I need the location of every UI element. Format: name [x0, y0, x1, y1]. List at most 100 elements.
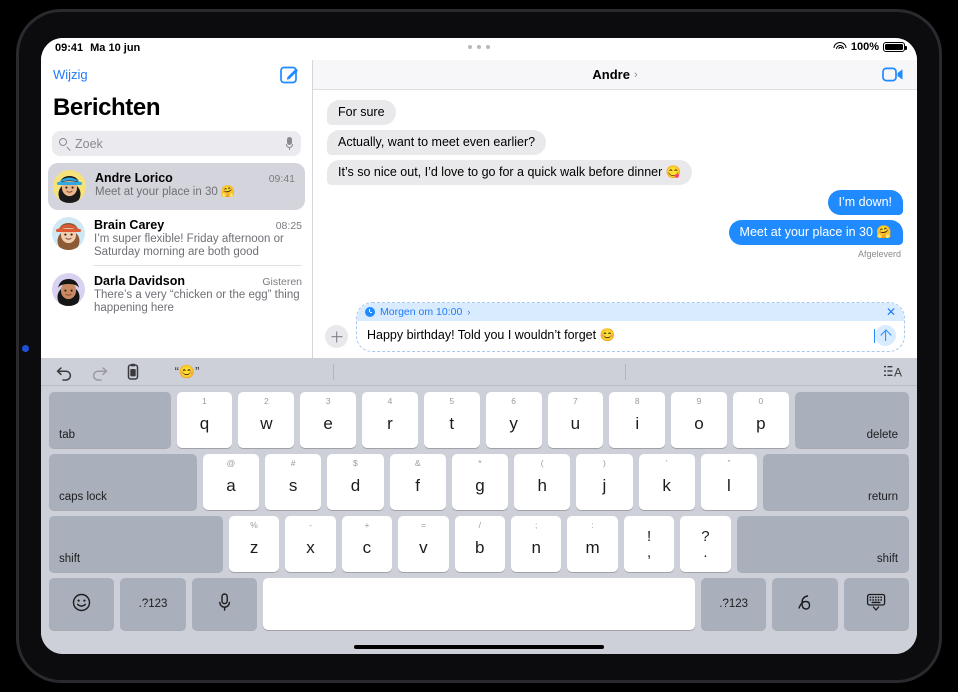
- delivery-status: Afgeleverd: [857, 249, 901, 259]
- edit-button[interactable]: Wijzig: [53, 67, 88, 82]
- key-m[interactable]: :m: [567, 516, 618, 572]
- key-main-label: e: [323, 414, 333, 433]
- text-format-icon[interactable]: A: [884, 363, 903, 380]
- key-123[interactable]: .?123: [700, 578, 767, 630]
- key-b[interactable]: / b: [454, 516, 505, 572]
- conversation-preview: There’s a very “chicken or the egg” thin…: [94, 289, 300, 314]
- space-key[interactable]: [263, 578, 695, 630]
- key-r[interactable]: 4r: [362, 392, 418, 448]
- search-placeholder: Zoek: [75, 136, 103, 151]
- key-space[interactable]: !,: [623, 516, 675, 572]
- scheduled-send-label: Morgen om 10:00: [380, 306, 463, 318]
- key-c[interactable]: + c: [341, 516, 393, 572]
- key-main-label: n: [531, 538, 541, 557]
- key-main-label: y: [509, 414, 518, 433]
- conversation-list-item[interactable]: Brain Carey 08:25 I’m super flexible! Fr…: [41, 210, 312, 266]
- key-y[interactable]: 6y: [485, 392, 542, 448]
- key-alt-label: #: [290, 458, 296, 468]
- message-bubble[interactable]: It’s so nice out, I’d love to go for a q…: [322, 160, 693, 185]
- status-time: 09:41: [55, 42, 84, 54]
- key-i[interactable]: 8i: [609, 392, 666, 448]
- key-shift[interactable]: shift: [49, 516, 223, 572]
- search-icon: [59, 138, 70, 151]
- key-j[interactable]: ) j: [576, 454, 633, 510]
- key-main-label: a: [226, 476, 236, 495]
- message-bubble[interactable]: For sure: [323, 100, 396, 125]
- keyboard-suggestion[interactable]: [625, 358, 917, 386]
- key-alt-label: 3: [325, 396, 331, 406]
- message-bubble[interactable]: I’m down!: [827, 190, 907, 215]
- key-o[interactable]: 9o: [671, 392, 727, 448]
- emoji-smiley-key[interactable]: [49, 578, 115, 630]
- key-tab[interactable]: tab: [49, 392, 171, 448]
- key-x[interactable]: -x: [285, 516, 336, 572]
- handwriting-key[interactable]: [772, 578, 838, 630]
- key-u[interactable]: 7u: [547, 392, 604, 448]
- key-z[interactable]: % z: [228, 516, 280, 572]
- key-alt-label: =: [420, 520, 426, 530]
- chat-pane: Andre › For sure Actually, want to meet e…: [313, 60, 917, 358]
- plus-icon[interactable]: [325, 325, 348, 348]
- key-h[interactable]: (h: [514, 454, 571, 510]
- key-v[interactable]: = v: [398, 516, 449, 572]
- key-main-label: caps lock: [59, 491, 107, 503]
- key-main-label: t: [449, 414, 455, 433]
- key-d[interactable]: $ d: [327, 454, 384, 510]
- home-indicator[interactable]: [354, 644, 604, 649]
- key-t[interactable]: 5t: [423, 392, 480, 448]
- key-s[interactable]: # s: [265, 454, 322, 510]
- keyboard-row: shift% z - x + c = v / b; n: m!,?. shift: [41, 516, 917, 572]
- key-main-label: w: [260, 414, 273, 433]
- key-w[interactable]: 2w: [238, 392, 295, 448]
- chat-contact-name[interactable]: Andre: [592, 67, 630, 82]
- status-bar: 09:41 Ma 10 jun 100%: [41, 38, 917, 60]
- key-main-label: .: [703, 543, 708, 561]
- key-l[interactable]: ” l: [700, 454, 758, 510]
- key-main-label: shift: [59, 553, 81, 565]
- key-main-label: h: [537, 476, 547, 495]
- microphone-icon[interactable]: [285, 137, 294, 150]
- hide-keyboard-key[interactable]: [843, 578, 910, 630]
- key-return[interactable]: return: [763, 454, 910, 510]
- key-k[interactable]: ’ k: [638, 454, 695, 510]
- key-f[interactable]: & f: [389, 454, 446, 510]
- video-camera-icon[interactable]: [882, 67, 904, 82]
- key-e[interactable]: 3e: [300, 392, 357, 448]
- key-main-label: l: [727, 476, 731, 495]
- key-capslock[interactable]: caps lock: [49, 454, 197, 510]
- scheduled-send-banner[interactable]: Morgen om 10:00 › ✕: [357, 303, 904, 321]
- key-a[interactable]: @ a: [202, 454, 260, 510]
- keyboard-suggestions: “😊”: [41, 358, 917, 386]
- key-shift[interactable]: shift: [736, 516, 910, 572]
- composer-input-row[interactable]: Happy birthday! Told you I wouldn’t forg…: [357, 321, 904, 351]
- conversation-list-item[interactable]: Darla Davidson Gisteren There’s a very “…: [41, 266, 312, 322]
- key-q[interactable]: 1q: [176, 392, 233, 448]
- dot: [477, 45, 481, 49]
- key-g[interactable]: * g: [451, 454, 509, 510]
- onscreen-keyboard: “😊” A tab 1 q 2 w 3 e 4 r 5 t 6 y 7 u 8 i 9 o 0 p delete caps …: [41, 358, 917, 654]
- keyboard-suggestion[interactable]: [333, 358, 625, 386]
- key-delete[interactable]: delete: [794, 392, 909, 448]
- contact-name: Darla Davidson: [94, 274, 186, 288]
- message-bubble[interactable]: Actually, want to meet even earlier?: [322, 130, 547, 155]
- keyboard-row: .?123 .?123: [41, 578, 917, 630]
- compose-icon[interactable]: [279, 64, 300, 85]
- multitask-dots[interactable]: [468, 45, 490, 49]
- key-alt-label: 8: [634, 396, 640, 406]
- key-main-label: .?123: [138, 598, 168, 610]
- close-icon[interactable]: ✕: [886, 305, 896, 319]
- key-space[interactable]: ?.: [680, 516, 731, 572]
- key-p[interactable]: 0p: [732, 392, 789, 448]
- key-n[interactable]: ; n: [510, 516, 562, 572]
- hide-keyboard-icon: [866, 593, 886, 615]
- message-input[interactable]: Happy birthday! Told you I wouldn’t forg…: [367, 328, 873, 343]
- send-button[interactable]: [875, 325, 896, 346]
- message-row: For sure: [323, 100, 903, 125]
- keyboard-suggestion[interactable]: “😊”: [41, 358, 333, 386]
- message-bubble[interactable]: Meet at your place in 30 🤗: [728, 220, 908, 245]
- conversation-list-item[interactable]: Andre Lorico 09:41 Meet at your place in…: [48, 163, 305, 210]
- search-input[interactable]: Zoek: [52, 131, 301, 156]
- microphone-key[interactable]: [191, 578, 258, 630]
- key-123[interactable]: .?123: [120, 578, 186, 630]
- message-row: It’s so nice out, I’d love to go for a q…: [322, 160, 903, 185]
